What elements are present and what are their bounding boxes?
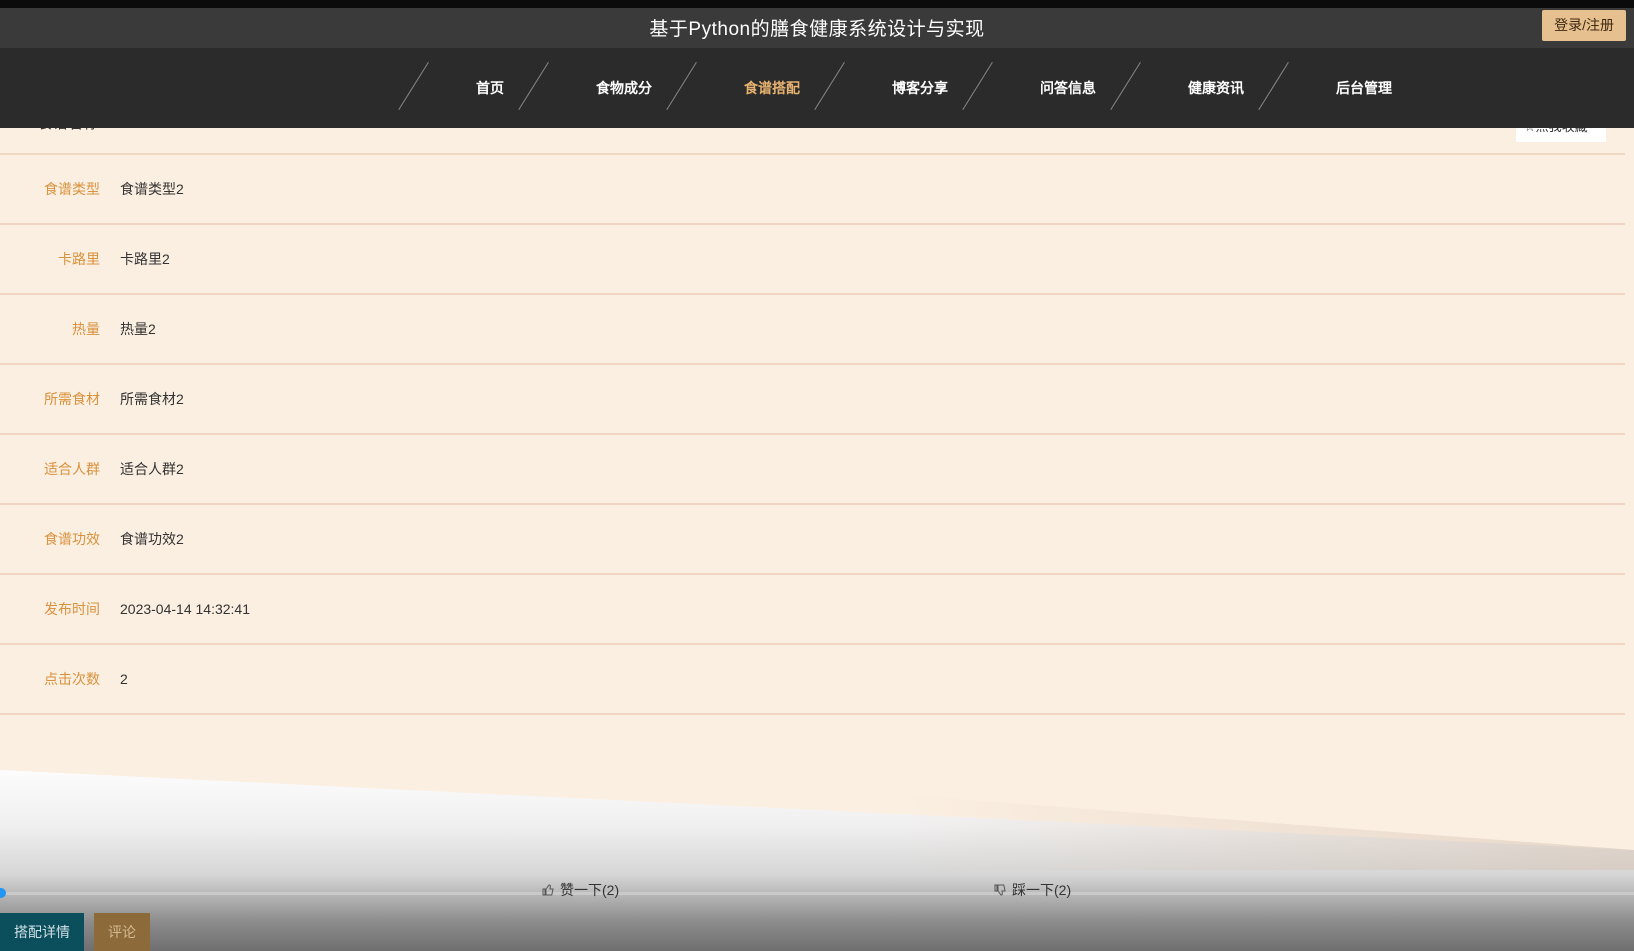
nav-divider [1122,62,1162,114]
row-value: 2023-04-14 14:32:41 [120,601,250,617]
tab-recipe-detail[interactable]: 搭配详情 [0,913,84,951]
detail-row-calories: 卡路里 卡路里2 [0,225,1625,295]
nav-item-admin[interactable]: 后台管理 [1310,78,1418,98]
nav-item-home[interactable]: 首页 [450,78,530,98]
row-value: 食谱类型2 [120,181,184,197]
detail-row-effect: 食谱功效 食谱功效2 [0,505,1625,575]
row-value: 所需食材2 [120,391,184,407]
row-value: 适合人群2 [120,461,184,477]
row-label: 食谱类型 [44,181,100,197]
bottom-tab-bar: 搭配详情 评论 [0,913,150,951]
page: 食谱名称2 ☆点我收藏 基于Python的膳食健康系统设计与实现 登录/注册 首… [0,0,1634,951]
nav-item-health-news[interactable]: 健康资讯 [1162,78,1270,98]
nav-divider [410,62,450,114]
vote-divider-line [0,892,1634,895]
row-label: 发布时间 [44,601,100,617]
row-label: 食谱功效 [44,531,100,547]
site-title: 基于Python的膳食健康系统设计与实现 [649,19,985,40]
title-bar: 基于Python的膳食健康系统设计与实现 登录/注册 [0,0,1634,48]
nav-divider [974,62,1014,114]
detail-header-row [0,128,1625,155]
detail-row-suitable-people: 适合人群 适合人群2 [0,435,1625,505]
detail-row-recipe-type: 食谱类型 食谱类型2 [0,155,1625,225]
row-value: 卡路里2 [120,251,170,267]
row-label: 所需食材 [44,391,100,407]
nav-list: 首页 食物成分 食谱搭配 博客分享 问答信息 健康资讯 后台管理 [410,48,1418,128]
nav-bar: 首页 食物成分 食谱搭配 博客分享 问答信息 健康资讯 后台管理 [0,48,1634,128]
nav-divider [826,62,866,114]
nav-item-food-ingredients[interactable]: 食物成分 [570,78,678,98]
nav-item-recipes[interactable]: 食谱搭配 [718,78,826,98]
nav-divider [530,62,570,114]
row-label: 卡路里 [58,251,100,267]
row-value: 热量2 [120,321,156,337]
row-label: 热量 [72,321,100,337]
dislike-label: 踩一下(2) [1012,882,1072,898]
detail-row-ingredients: 所需食材 所需食材2 [0,365,1625,435]
row-label: 点击次数 [44,671,100,687]
thumbs-up-icon [542,884,554,896]
detail-rows: 食谱类型 食谱类型2 卡路里 卡路里2 热量 热量2 所需食材 所需食材2 适合… [0,155,1625,715]
row-value: 2 [120,671,128,687]
nav-divider [1270,62,1310,114]
detail-row-click-count: 点击次数 2 [0,645,1625,715]
dislike-button[interactable]: 踩一下(2) [994,880,1071,900]
tab-comments[interactable]: 评论 [94,913,150,951]
nav-item-blog[interactable]: 博客分享 [866,78,974,98]
like-button[interactable]: 赞一下(2) [542,880,619,900]
detail-row-publish-time: 发布时间 2023-04-14 14:32:41 [0,575,1625,645]
like-label: 赞一下(2) [560,882,620,898]
login-register-button[interactable]: 登录/注册 [1542,10,1626,41]
nav-item-qa[interactable]: 问答信息 [1014,78,1122,98]
row-value: 食谱功效2 [120,531,184,547]
thumbs-down-icon [994,884,1006,896]
row-label: 适合人群 [44,461,100,477]
detail-row-heat: 热量 热量2 [0,295,1625,365]
nav-divider [678,62,718,114]
bottom-wave-tint [900,795,1634,870]
